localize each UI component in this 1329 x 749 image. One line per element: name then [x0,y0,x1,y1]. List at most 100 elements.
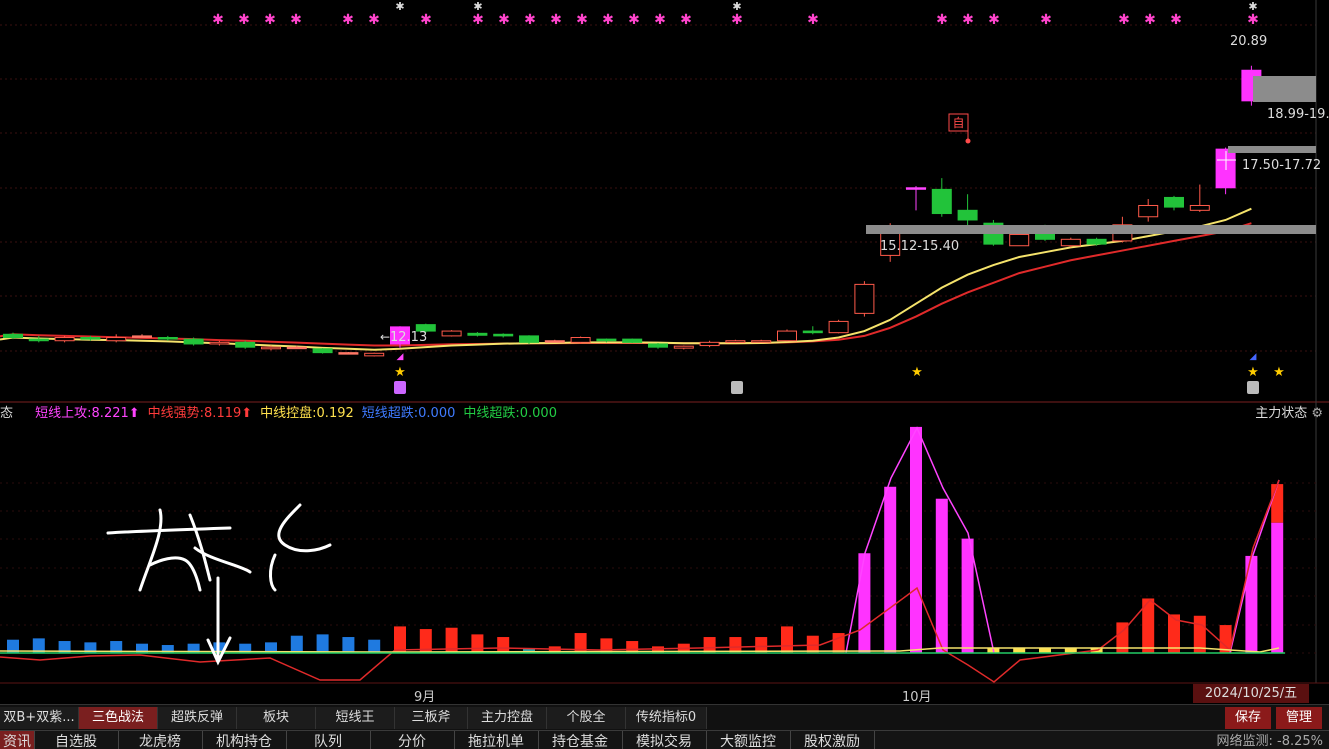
nav-item[interactable]: 自选股 [34,731,119,749]
pink-star-icon: ✱ [524,12,536,28]
self-tag-dot [965,138,971,144]
white-star-icon: ✱ [473,0,482,13]
pink-star-icon: ✱ [1247,12,1259,28]
badge-icon [394,381,406,394]
zone-mid-label: 17.50-17.72 [1242,158,1321,173]
candle [493,333,514,337]
candle [3,333,23,339]
pink-star-icon: ✱ [628,12,640,28]
indicator-tab[interactable]: 主力控盘 [468,707,547,729]
nav-item[interactable]: 资讯 [0,731,35,749]
indicator-value: 短线上攻:8.221⬆ [35,406,140,421]
kline-chart-area[interactable]: ✱ ✱ ✱ ✱ ✱ ✱ ✱ ✱ ✱ ✱ ✱ ✱ ✱ ✱ ✱ ✱ ✱ ✱ ✱ ✱ ✱ ✱ ✱ ✱ ✱ ✱✱ ✱ ✱ ✱ ← 12.1320.… [0,0,1329,704]
nav-item[interactable]: 模拟交易 [622,731,707,749]
indicator-tab[interactable]: 三板斧 [395,707,468,729]
candle [467,332,488,336]
pink-star-icon: ✱ [962,12,974,28]
indicator-tab[interactable]: 个股全 [547,707,626,729]
pink-star-icon: ✱ [1144,12,1156,28]
star-icon: ★ [911,365,923,380]
candle [338,352,359,355]
nav-item[interactable]: 龙虎榜 [118,731,203,749]
month-label-oct: 10月 [902,690,932,705]
indicator-bar [342,637,355,653]
indicator-bar [1271,522,1284,653]
pink-star-icon: ✱ [238,12,250,28]
indicator-bar-top [1271,484,1284,523]
indicator-value: 中线超跌:0.000 [463,406,557,421]
indicator-bar [961,538,974,653]
indicator-title[interactable]: 主力状态 ⚙ [1255,403,1323,425]
indicator-tab[interactable]: 板块 [237,707,316,729]
white-star-icon: ✱ [395,0,404,13]
indicator-tab[interactable]: 三色战法 [79,707,158,729]
pink-star-icon: ✱ [680,12,692,28]
candle [235,341,256,348]
month-label-sep: 9月 [414,690,436,705]
indicator-value: 中线强势:8.119⬆ [147,406,253,421]
handwriting-stroke [106,526,232,535]
nav-item[interactable]: 股权激励 [790,731,875,749]
pink-star-icon: ✱ [731,12,743,28]
candle [157,337,178,340]
nav-item[interactable]: 大额监控 [706,731,791,749]
pink-star-icon: ✱ [1118,12,1130,28]
pink-star-icon: ✱ [498,12,510,28]
indicator-bar [316,634,329,653]
indicator-tab[interactable]: 超跌反弹 [158,707,237,729]
star-icon: ★ [1273,365,1285,380]
pink-star-icon: ✱ [936,12,948,28]
gear-icon[interactable]: ⚙ [1311,406,1323,421]
pink-star-icon: ✱ [420,12,432,28]
indicator-bar [471,634,484,653]
candle [906,187,926,190]
pink-star-icon: ✱ [212,12,224,28]
nav-item[interactable]: 队列 [286,731,371,749]
resistance-zone-high [1253,76,1316,102]
low-arrow-icon: ← [380,330,390,344]
network-status: 网络监测: -8.25% [1216,734,1323,749]
pink-star-icon: ✱ [264,12,276,28]
candle [544,340,565,343]
save-button[interactable]: 保存 [1225,707,1271,729]
indicator-bar [368,639,381,653]
candle [802,330,823,334]
handwriting-stroke [148,556,202,592]
nav-item[interactable]: 持仓基金 [538,731,623,749]
candle [957,209,978,221]
manage-button[interactable]: 管理 [1276,707,1322,729]
nav-item[interactable]: 机构持仓 [202,731,287,749]
pink-star-icon: ✱ [472,12,484,28]
self-tag-label: 自 [952,116,964,130]
indicator-tabs: 双B+双紫... 三色战法 超跌反弹 板块 短线王 三板斧 主力控盘 个股全 传统指标0 保存 管理 [0,704,1329,730]
zone-low-label: 15.12-15.40 [880,239,959,254]
indicator-tab[interactable]: 传统指标0 [626,707,707,729]
pink-star-icon: ✱ [342,12,354,28]
nav-item[interactable]: 拖拉机单 [454,731,539,749]
candle [364,352,385,357]
low-price-label: 12.13 [390,330,427,345]
candle [1060,238,1081,247]
candle [54,337,75,342]
handwriting-stroke [277,503,332,553]
white-star-icon: ✱ [732,0,741,13]
candle [286,346,307,350]
pink-star-icon: ✱ [988,12,1000,28]
nav-item[interactable]: 分价 [370,731,455,749]
badge-icon [731,381,743,394]
indicator-bar [290,635,303,653]
candle [1086,238,1107,245]
candle [828,320,849,334]
indicator-tab[interactable]: 双B+双紫... [0,707,79,729]
candle [1009,233,1030,247]
candle [183,338,204,345]
candle [1164,196,1184,208]
candle [261,346,281,350]
candle [28,338,49,342]
indicator-prefix: 态 [0,406,14,421]
flag-icon: ◢ [1250,352,1257,362]
cursor-date: 2024/10/25/五 [1193,684,1309,703]
candle [209,341,230,345]
indicator-bar [781,626,793,653]
indicator-tab[interactable]: 短线王 [316,707,395,729]
